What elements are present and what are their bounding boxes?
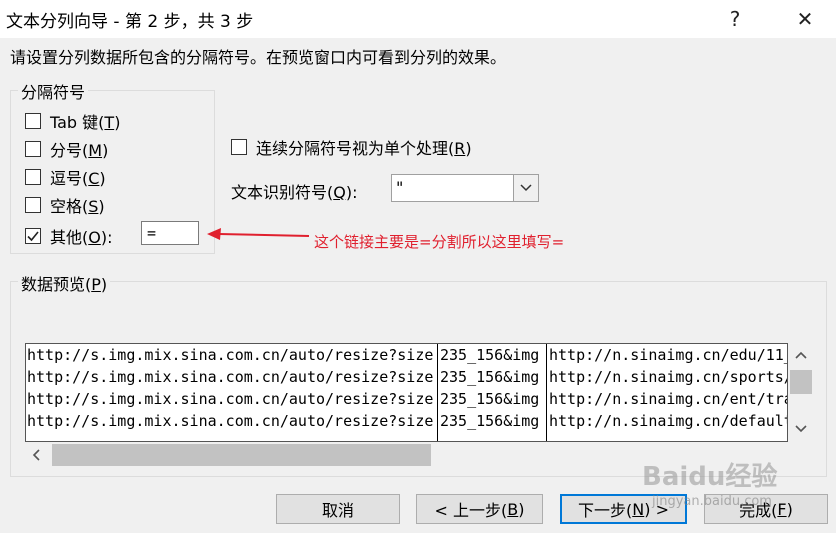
qualifier-label: 文本识别符号(Q): (231, 183, 358, 202)
close-icon: ✕ (796, 7, 814, 31)
comma-checkbox[interactable] (25, 169, 41, 185)
consecutive-label: 连续分隔符号视为单个处理(R) (256, 139, 472, 158)
space-checkbox-row[interactable]: 空格(S) (25, 193, 105, 217)
other-label: 其他(O): (50, 228, 113, 247)
chevron-up-icon[interactable] (795, 351, 807, 359)
column-divider[interactable] (437, 344, 438, 441)
table-cell: http://n.sinaimg.cn/sports/ (549, 368, 788, 386)
preview-table[interactable]: http://s.img.mix.sina.com.cn/auto/resize… (25, 343, 788, 442)
help-button[interactable]: ? (712, 0, 758, 38)
annotation-arrow-icon (207, 228, 310, 240)
checkmark-icon (27, 231, 39, 242)
qualifier-dropdown-button[interactable] (513, 175, 538, 201)
table-cell: 235_156&img (440, 412, 540, 430)
cancel-button[interactable]: 取消 (276, 494, 400, 524)
qualifier-select[interactable]: " (391, 174, 539, 202)
table-cell: 235_156&img (440, 346, 540, 364)
tab-checkbox-row[interactable]: Tab 键(T) (25, 109, 120, 133)
vertical-scroll-thumb[interactable] (790, 370, 812, 394)
table-cell: http://s.img.mix.sina.com.cn/auto/resize… (27, 346, 434, 364)
consecutive-checkbox[interactable] (231, 139, 247, 155)
consecutive-checkbox-row[interactable]: 连续分隔符号视为单个处理(R) (231, 135, 472, 159)
table-cell: 235_156&img (440, 390, 540, 408)
table-cell: http://s.img.mix.sina.com.cn/auto/resize… (27, 368, 434, 386)
qualifier-value: " (396, 178, 404, 197)
semicolon-label: 分号(M) (50, 141, 109, 160)
column-divider[interactable] (546, 344, 547, 441)
space-checkbox[interactable] (25, 197, 41, 213)
annotation-text: 这个链接主要是=分割所以这里填写= (314, 233, 565, 251)
other-checkbox[interactable] (25, 228, 41, 244)
table-cell: http://s.img.mix.sina.com.cn/auto/resize… (27, 390, 434, 408)
other-delimiter-input[interactable]: = (141, 221, 199, 245)
space-label: 空格(S) (50, 197, 105, 216)
delimiters-legend: 分隔符号 (18, 79, 89, 103)
chevron-down-icon[interactable] (795, 425, 807, 433)
table-cell: http://n.sinaimg.cn/ent/tra (549, 390, 788, 408)
other-checkbox-row[interactable]: 其他(O): (25, 224, 112, 248)
close-button[interactable]: ✕ (782, 0, 828, 38)
table-cell: 235_156&img (440, 368, 540, 386)
table-cell: http://n.sinaimg.cn/default (549, 412, 788, 430)
help-icon: ? (729, 7, 741, 31)
comma-label: 逗号(C) (50, 169, 106, 188)
chevron-left-icon[interactable] (32, 449, 40, 461)
watermark-logo: Baidu经验 (642, 462, 778, 492)
table-row: http://s.img.mix.sina.com.cn/auto/resize… (26, 346, 788, 368)
semicolon-checkbox[interactable] (25, 141, 41, 157)
table-row: http://s.img.mix.sina.com.cn/auto/resize… (26, 412, 788, 434)
table-row: http://s.img.mix.sina.com.cn/auto/resize… (26, 390, 788, 412)
chevron-down-icon (520, 184, 532, 192)
comma-checkbox-row[interactable]: 逗号(C) (25, 165, 106, 189)
tab-label: Tab 键(T) (50, 113, 121, 132)
horizontal-scroll-thumb[interactable] (52, 444, 431, 466)
table-cell: http://s.img.mix.sina.com.cn/auto/resize… (27, 412, 434, 430)
watermark-url: jingyan.baidu.com (652, 494, 772, 509)
preview-legend: 数据预览(P) (18, 271, 111, 295)
table-cell: http://n.sinaimg.cn/edu/11_ (549, 346, 788, 364)
semicolon-checkbox-row[interactable]: 分号(M) (25, 137, 108, 161)
table-row: http://s.img.mix.sina.com.cn/auto/resize… (26, 368, 788, 390)
window-title: 文本分列向导 - 第 2 步，共 3 步 (6, 12, 254, 32)
vertical-scrollbar[interactable] (789, 343, 813, 442)
instruction-text: 请设置分列数据所包含的分隔符号。在预览窗口内可看到分列的效果。 (10, 48, 507, 67)
tab-checkbox[interactable] (25, 113, 41, 129)
title-bar: 文本分列向导 - 第 2 步，共 3 步 ? ✕ (0, 0, 836, 38)
back-button[interactable]: < 上一步(B) (416, 494, 543, 524)
